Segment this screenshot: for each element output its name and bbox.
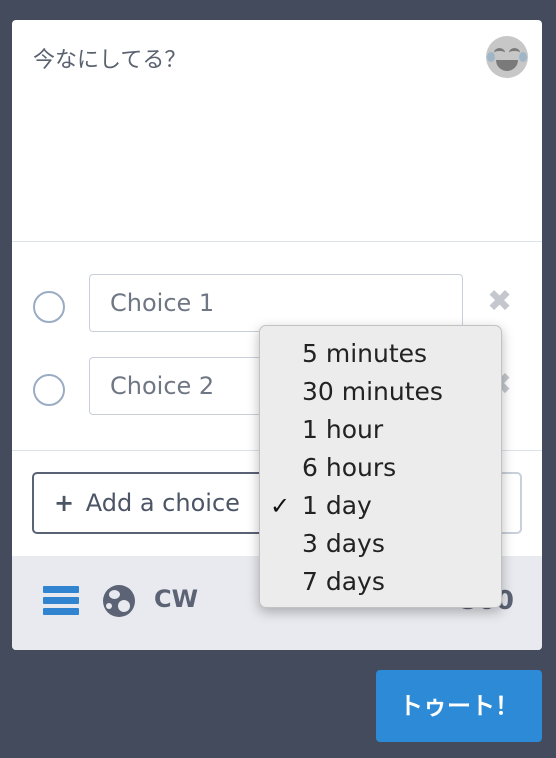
add-choice-label: Add a choice xyxy=(85,489,240,517)
duration-option[interactable]: 1 hour xyxy=(260,411,501,449)
poll-choice-2-radio xyxy=(33,374,65,406)
add-choice-button[interactable]: + Add a choice xyxy=(32,472,272,534)
duration-option-label: 1 hour xyxy=(302,415,384,444)
duration-option-label: 6 hours xyxy=(302,453,397,482)
cw-toggle-button[interactable]: CW xyxy=(154,585,198,613)
close-icon[interactable]: ✖ xyxy=(487,284,512,319)
duration-option[interactable]: 6 hours xyxy=(260,449,501,487)
duration-option-label: 3 days xyxy=(302,529,385,558)
plus-icon: + xyxy=(54,489,75,517)
duration-option[interactable]: 30 minutes xyxy=(260,373,501,411)
poll-bars-icon[interactable] xyxy=(43,586,79,616)
duration-option-label: 7 days xyxy=(302,567,385,596)
poll-duration-menu: 5 minutes 30 minutes 1 hour 6 hours ✓ 1 day 3 … xyxy=(259,325,502,608)
duration-option-label: 1 day xyxy=(302,491,372,520)
toot-button[interactable]: トゥート！ xyxy=(376,670,542,742)
laughing-tears-emoji-icon[interactable] xyxy=(486,36,528,78)
poll-choice-1-input[interactable]: Choice 1 xyxy=(89,274,463,332)
duration-option[interactable]: ✓ 1 day xyxy=(260,487,501,525)
compose-textarea[interactable]: 今なにしてる？ xyxy=(12,20,542,242)
duration-option[interactable]: 5 minutes xyxy=(260,335,501,373)
duration-option-label: 30 minutes xyxy=(302,377,443,406)
duration-option[interactable]: 3 days xyxy=(260,525,501,563)
globe-icon[interactable] xyxy=(103,585,135,617)
duration-option-label: 5 minutes xyxy=(302,339,428,368)
duration-option[interactable]: 7 days xyxy=(260,563,501,601)
poll-choice-1-radio xyxy=(33,291,65,323)
checkmark-icon: ✓ xyxy=(270,492,291,520)
compose-placeholder: 今なにしてる？ xyxy=(33,48,187,73)
